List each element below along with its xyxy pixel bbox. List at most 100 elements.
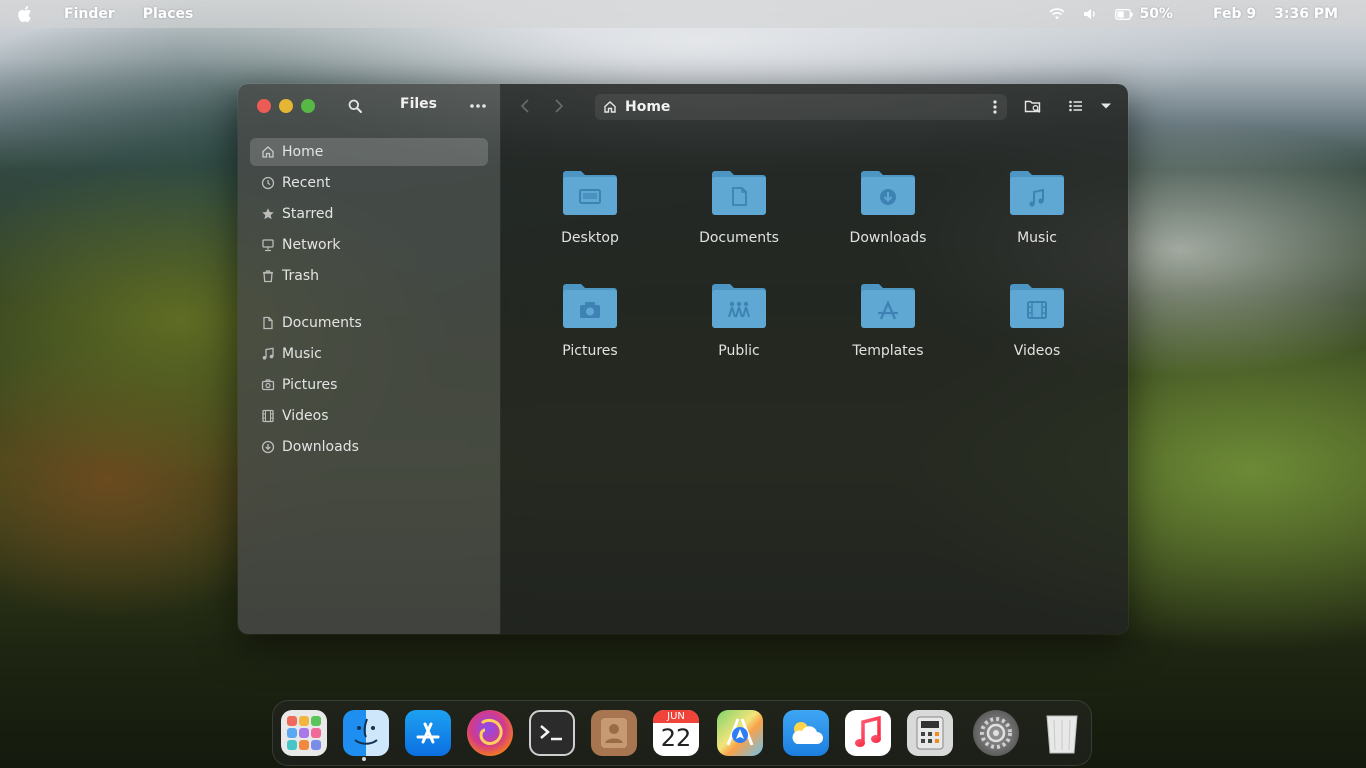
battery-percentage: 50% bbox=[1139, 6, 1173, 22]
folder-label: Videos bbox=[1013, 343, 1061, 359]
templates-folder-icon bbox=[861, 284, 915, 328]
sidebar-item-downloads[interactable]: Downloads bbox=[250, 433, 488, 461]
documents-folder-icon bbox=[712, 171, 766, 215]
sidebar-item-label: Videos bbox=[282, 408, 329, 424]
terminal-icon[interactable] bbox=[529, 710, 575, 756]
battery-icon[interactable]: 50% bbox=[1115, 6, 1173, 22]
folder-templates[interactable]: Templates bbox=[828, 281, 948, 377]
folder-label: Templates bbox=[852, 343, 924, 359]
app-name-menu[interactable]: Finder bbox=[64, 6, 115, 22]
dock: JUN 22 bbox=[272, 700, 1092, 766]
firefox-icon[interactable] bbox=[467, 710, 513, 756]
sidebar-item-label: Documents bbox=[282, 315, 362, 331]
calculator-icon[interactable] bbox=[907, 710, 953, 756]
music-icon bbox=[260, 346, 276, 362]
clock-date[interactable]: Feb 9 bbox=[1213, 6, 1256, 22]
calendar-icon[interactable]: JUN 22 bbox=[653, 710, 699, 756]
sidebar-item-label: Music bbox=[282, 346, 322, 362]
folder-desktop[interactable]: Desktop bbox=[530, 168, 650, 264]
volume-icon[interactable] bbox=[1083, 8, 1097, 20]
home-icon bbox=[260, 144, 276, 160]
sidebar-item-home[interactable]: Home bbox=[250, 138, 488, 166]
minimize-button[interactable] bbox=[279, 99, 293, 113]
menu-bar: Finder Places 50% Feb 9 3:36 PM bbox=[0, 0, 1366, 28]
contacts-icon[interactable] bbox=[591, 710, 637, 756]
sidebar-item-label: Starred bbox=[282, 206, 334, 222]
star-icon bbox=[260, 206, 276, 222]
home-icon bbox=[603, 99, 619, 115]
more-options-icon[interactable] bbox=[468, 98, 488, 114]
current-path-label: Home bbox=[625, 99, 671, 115]
folder-label: Music bbox=[1017, 230, 1057, 246]
finder-icon[interactable] bbox=[343, 710, 389, 756]
folder-label: Pictures bbox=[562, 343, 618, 359]
videos-folder-icon bbox=[1010, 284, 1064, 328]
window-title: Files bbox=[400, 96, 437, 112]
sidebar-item-videos[interactable]: Videos bbox=[250, 402, 488, 430]
path-bar[interactable]: Home bbox=[595, 94, 1007, 120]
public-folder-icon bbox=[712, 284, 766, 328]
trash-icon bbox=[260, 268, 276, 284]
folder-label: Documents bbox=[699, 230, 779, 246]
document-icon bbox=[260, 315, 276, 331]
maximize-button[interactable] bbox=[301, 99, 315, 113]
sidebar-item-label: Home bbox=[282, 144, 324, 160]
sidebar-header: Files bbox=[238, 84, 500, 128]
camera-icon bbox=[260, 377, 276, 393]
sidebar-item-trash[interactable]: Trash bbox=[250, 262, 488, 290]
sidebar-item-music[interactable]: Music bbox=[250, 340, 488, 368]
search-icon[interactable] bbox=[346, 97, 364, 115]
app-store-icon[interactable] bbox=[405, 710, 451, 756]
pictures-folder-icon bbox=[563, 284, 617, 328]
sidebar-item-documents[interactable]: Documents bbox=[250, 309, 488, 337]
toolbar: Home bbox=[501, 84, 1128, 128]
trash-icon[interactable] bbox=[1039, 710, 1085, 756]
launchpad-icon[interactable] bbox=[281, 710, 327, 756]
network-icon bbox=[260, 237, 276, 253]
clock-icon bbox=[260, 175, 276, 191]
sidebar-item-pictures[interactable]: Pictures bbox=[250, 371, 488, 399]
sidebar-item-label: Pictures bbox=[282, 377, 338, 393]
download-icon bbox=[260, 439, 276, 455]
folder-label: Public bbox=[718, 343, 760, 359]
close-button[interactable] bbox=[257, 99, 271, 113]
sidebar-item-label: Network bbox=[282, 237, 341, 253]
folder-documents[interactable]: Documents bbox=[679, 168, 799, 264]
folder-label: Desktop bbox=[561, 230, 619, 246]
system-preferences-icon[interactable] bbox=[973, 710, 1019, 756]
downloads-folder-icon bbox=[861, 171, 915, 215]
places-menu[interactable]: Places bbox=[143, 6, 194, 22]
new-folder-icon[interactable] bbox=[1023, 97, 1043, 115]
back-button[interactable] bbox=[517, 98, 533, 114]
folder-videos[interactable]: Videos bbox=[977, 281, 1097, 377]
forward-button[interactable] bbox=[551, 98, 567, 114]
weather-icon[interactable] bbox=[783, 710, 829, 756]
music-icon[interactable] bbox=[845, 710, 891, 756]
clock-time[interactable]: 3:36 PM bbox=[1274, 6, 1338, 22]
folder-public[interactable]: Public bbox=[679, 281, 799, 377]
sidebar: Files Home Recent Starred Network Trash … bbox=[238, 84, 501, 634]
sidebar-item-network[interactable]: Network bbox=[250, 231, 488, 259]
window-controls bbox=[257, 99, 315, 113]
calendar-month: JUN bbox=[653, 710, 699, 723]
places-list: Home Recent Starred Network Trash Docume… bbox=[238, 128, 500, 461]
sidebar-item-label: Trash bbox=[282, 268, 319, 284]
sidebar-separator bbox=[250, 293, 488, 306]
sidebar-item-label: Recent bbox=[282, 175, 331, 191]
apple-menu-icon[interactable] bbox=[16, 5, 34, 23]
files-window: Files Home Recent Starred Network Trash … bbox=[238, 84, 1128, 634]
wifi-icon[interactable] bbox=[1049, 8, 1066, 20]
calendar-day: 22 bbox=[660, 724, 692, 752]
chevron-down-icon[interactable] bbox=[1099, 99, 1113, 113]
desktop-folder-icon bbox=[563, 171, 617, 215]
sidebar-item-recent[interactable]: Recent bbox=[250, 169, 488, 197]
folder-music[interactable]: Music bbox=[977, 168, 1097, 264]
folder-downloads[interactable]: Downloads bbox=[828, 168, 948, 264]
finder-running-indicator bbox=[362, 757, 366, 761]
sidebar-item-starred[interactable]: Starred bbox=[250, 200, 488, 228]
path-menu-icon[interactable] bbox=[991, 99, 999, 115]
list-view-icon[interactable] bbox=[1067, 98, 1085, 114]
folder-pictures[interactable]: Pictures bbox=[530, 281, 650, 377]
folder-label: Downloads bbox=[849, 230, 927, 246]
maps-icon[interactable] bbox=[717, 710, 763, 756]
